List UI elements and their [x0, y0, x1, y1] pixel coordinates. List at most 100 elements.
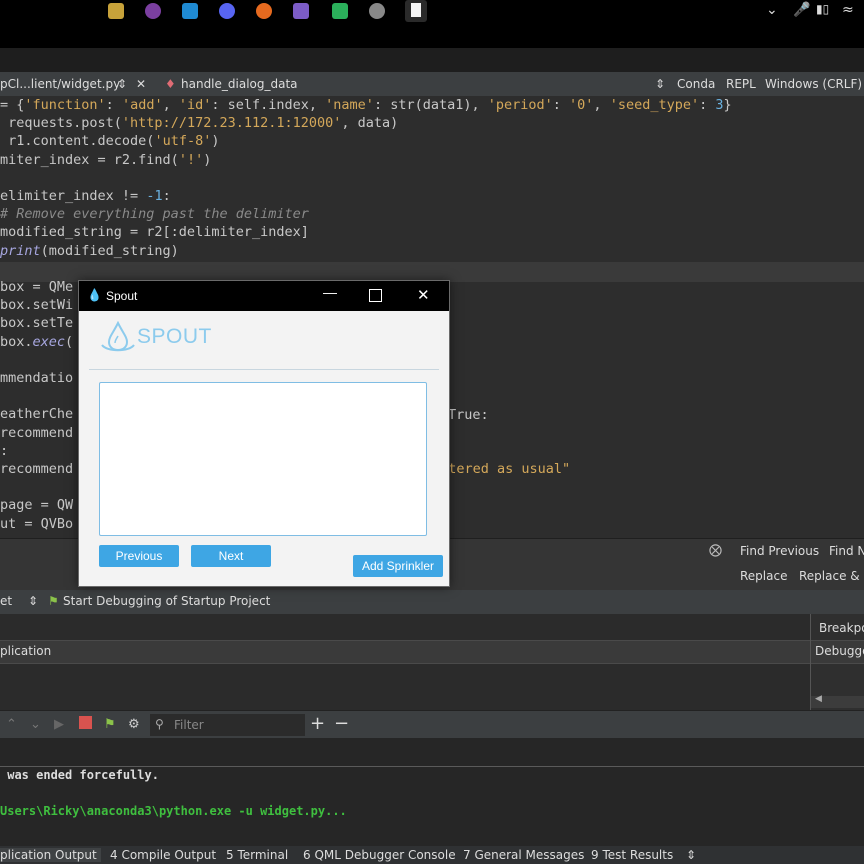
filter-input[interactable]: ⚲ Filter — [150, 714, 305, 736]
code-token: -1 — [146, 188, 163, 204]
firefox-icon[interactable] — [256, 3, 272, 19]
tab-compile-output[interactable]: 4 Compile Output — [110, 848, 216, 862]
code-token: box.setTe — [0, 315, 74, 332]
conda-label[interactable]: Conda — [677, 77, 715, 91]
code-fragment: watered as usual" — [432, 461, 571, 477]
chevron-updown-icon[interactable]: ⇕ — [28, 594, 38, 608]
replace-find-button[interactable]: Replace & F — [799, 569, 864, 583]
output-line: Users\Ricky\anaconda3\python.exe -u widg… — [0, 804, 347, 818]
current-line-highlight — [0, 262, 864, 282]
tab-test-results[interactable]: 9 Test Results — [591, 848, 673, 862]
visual-studio-icon[interactable] — [293, 3, 309, 19]
debug-toolbar: et ⇕ ⚑ Start Debugging of Startup Projec… — [0, 590, 864, 614]
previous-button[interactable]: Previous — [99, 545, 179, 567]
battery-icon[interactable]: ▮▯ — [816, 2, 829, 16]
run-icon[interactable]: ▶ — [54, 717, 64, 732]
header-divider — [89, 369, 439, 370]
code-token: box = QMe — [0, 279, 74, 295]
code-token: , — [593, 97, 610, 113]
discord-icon[interactable] — [219, 3, 235, 19]
file-selector[interactable]: pCl...lient/widget.py — [0, 77, 120, 91]
code-line: box.exec( — [0, 333, 73, 351]
rerun-icon[interactable]: ⚑ — [104, 717, 116, 732]
dialog-title: Spout — [106, 289, 138, 303]
function-selector[interactable]: handle_dialog_data — [181, 77, 298, 91]
chevron-updown-icon[interactable]: ⇕ — [686, 848, 696, 862]
notepad-icon[interactable] — [405, 0, 427, 22]
bookmark-icon: ♦ — [165, 77, 176, 91]
application-output[interactable]: was ended forcefully. Users\Ricky\anacon… — [0, 738, 864, 846]
code-line: recommend — [0, 424, 73, 442]
code-line: print(modified_string) — [0, 242, 179, 260]
code-token: print — [0, 242, 41, 259]
chevron-updown-icon[interactable]: ⇕ — [117, 77, 127, 91]
code-token: requests.post( — [0, 115, 122, 132]
tab-general-messages[interactable]: 7 General Messages — [463, 848, 584, 862]
microphone-icon[interactable]: 🎤 — [793, 2, 810, 18]
close-icon[interactable]: ✕ — [417, 286, 430, 304]
code-line: eatherChe — [0, 405, 73, 423]
maximize-icon[interactable] — [369, 289, 382, 302]
application-header-label: plication — [0, 644, 52, 658]
find-next-button[interactable]: Find N — [829, 544, 864, 558]
chevron-down-icon[interactable]: ⌄ — [30, 717, 41, 732]
code-line: r1.content.decode('utf-8') — [0, 132, 219, 150]
spout-logo-icon — [101, 321, 135, 352]
spout-dialog: 💧 Spout — ✕ SPOUT Previous Next Add Spri… — [78, 280, 450, 587]
recommendation-text-area[interactable] — [99, 382, 427, 536]
code-token: 'name' — [325, 97, 374, 113]
code-token: , data) — [341, 115, 399, 132]
add-sprinkler-button[interactable]: Add Sprinkler — [353, 555, 443, 577]
code-line: requests.post('http://172.23.112.1:12000… — [0, 114, 398, 132]
windows-taskbar: ⌄ 🎤 ▮▯ ≈ — [0, 0, 864, 48]
add-icon[interactable]: + — [310, 713, 325, 734]
application-header: plication — [0, 640, 810, 664]
code-token: 'add' — [121, 97, 163, 113]
chevron-updown-icon[interactable]: ⇕ — [655, 77, 665, 91]
code-line: elimiter_index != -1: — [0, 187, 171, 205]
search-icon: ⚲ — [155, 717, 164, 731]
code-token: : self.index, — [211, 97, 326, 113]
repl-label[interactable]: REPL — [726, 77, 756, 91]
dialog-title-bar[interactable]: 💧 Spout — ✕ — [79, 281, 449, 311]
code-token: '0' — [569, 97, 594, 113]
settings-gear-icon[interactable]: ⚙ — [128, 717, 140, 732]
minimize-icon[interactable]: — — [323, 284, 337, 300]
output-separator — [0, 766, 864, 767]
code-token: page = QW — [0, 497, 74, 514]
obs-icon[interactable] — [369, 3, 385, 19]
clear-icon[interactable]: ⨂ — [709, 543, 722, 558]
remove-icon[interactable]: − — [334, 713, 349, 734]
code-token: eatherChe — [0, 406, 74, 423]
output-pane-tabs: plication Output 4 Compile Output 5 Term… — [0, 846, 864, 864]
code-token: recommend — [0, 461, 74, 477]
chevron-up-icon[interactable]: ⌃ — [6, 717, 17, 732]
wifi-icon[interactable]: ≈ — [842, 2, 854, 18]
horizontal-scrollbar[interactable]: ◀ — [811, 694, 864, 708]
code-token: : — [0, 442, 9, 459]
debugger-panel: plication Breakpoi Debugge ◀ — [0, 614, 864, 710]
editor-tab-bar: pCl...lient/widget.py ⇕ ✕ ♦ handle_dialo… — [0, 72, 864, 97]
chevron-up-icon[interactable]: ⌄ — [766, 2, 778, 18]
close-icon[interactable]: ✕ — [136, 77, 146, 91]
debug-start-icon[interactable]: ⚑ — [48, 594, 59, 608]
stop-icon[interactable] — [79, 716, 92, 729]
tab-application-output[interactable]: plication Output — [0, 848, 101, 862]
vscode-icon[interactable] — [182, 3, 198, 19]
qt-creator-icon[interactable] — [332, 3, 348, 19]
next-button[interactable]: Next — [191, 545, 271, 567]
find-previous-button[interactable]: Find Previous — [740, 544, 819, 558]
tab-qml-debugger-console[interactable]: 6 QML Debugger Console — [303, 848, 456, 862]
replace-button[interactable]: Replace — [740, 569, 787, 583]
file-explorer-icon[interactable] — [108, 3, 124, 19]
debugger-header-label: Debugge — [815, 644, 864, 658]
start-debugging-label[interactable]: Start Debugging of Startup Project — [63, 594, 270, 608]
line-endings-label[interactable]: Windows (CRLF) — [765, 77, 862, 91]
code-token: r1.content.decode( — [0, 133, 155, 150]
code-line: : — [0, 442, 8, 460]
tab-terminal[interactable]: 5 Terminal — [226, 848, 288, 862]
github-desktop-icon[interactable] — [145, 3, 161, 19]
breakpoints-tab[interactable]: Breakpoi — [819, 621, 864, 635]
scroll-left-icon[interactable]: ◀ — [815, 694, 822, 704]
debug-engine-selector[interactable]: et — [0, 594, 12, 608]
